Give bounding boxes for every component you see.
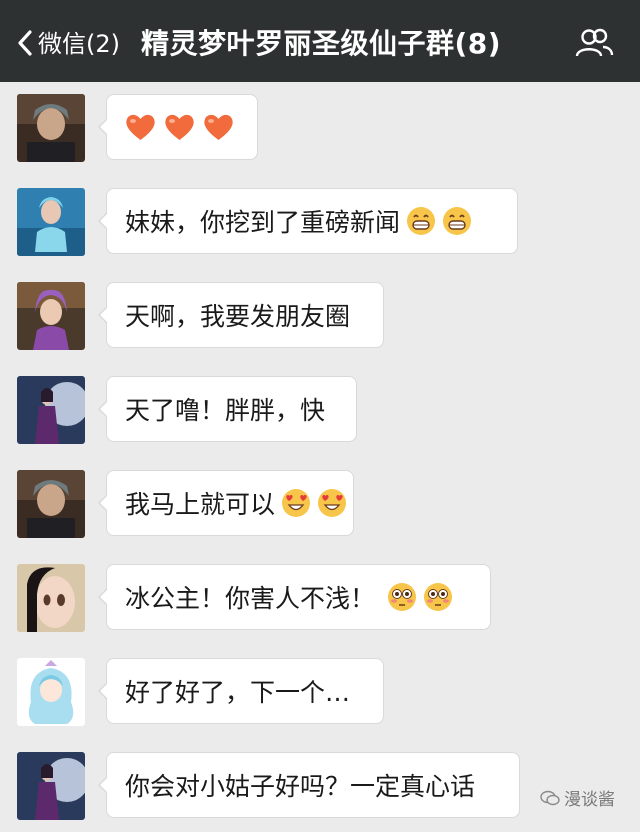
message-text: 妹妹，你挖到了重磅新闻 <box>125 208 401 237</box>
avatar[interactable] <box>17 282 85 350</box>
heart-eyes-face-icon <box>281 488 311 518</box>
flushed-face-icon <box>423 582 453 612</box>
avatar[interactable] <box>17 470 85 538</box>
message-bubble[interactable]: 妹妹，你挖到了重磅新闻 <box>98 188 518 254</box>
message-bubble[interactable] <box>98 94 258 160</box>
message-text: 天了噜！胖胖，快 <box>125 396 326 425</box>
avatar[interactable] <box>17 376 85 444</box>
heart-icon <box>165 114 194 140</box>
wechat-logo-icon <box>540 790 560 805</box>
message-text: 你会对小姑子好吗？一定真心话 <box>125 772 476 801</box>
group-members-icon[interactable] <box>574 28 614 58</box>
message-text: 天啊，我要发朋友圈 <box>125 302 351 331</box>
message-row <box>0 94 640 174</box>
grinning-face-icon <box>442 206 472 236</box>
chat-header: 微信(2) 精灵梦叶罗丽圣级仙子群(8) <box>0 0 640 82</box>
chat-title: 精灵梦叶罗丽圣级仙子群(8) <box>141 27 502 60</box>
message-text: 好了好了，下一个… <box>125 678 351 707</box>
message-row: 妹妹，你挖到了重磅新闻 <box>0 188 640 268</box>
message-bubble[interactable]: 天了噜！胖胖，快 <box>98 376 357 442</box>
message-text: 我马上就可以 <box>125 490 276 519</box>
message-bubble[interactable]: 我马上就可以 <box>98 470 354 536</box>
back-button[interactable]: 微信(2) <box>38 29 120 59</box>
avatar[interactable] <box>17 658 85 726</box>
message-bubble[interactable]: 天啊，我要发朋友圈 <box>98 282 384 348</box>
heart-eyes-face-icon <box>317 488 347 518</box>
grinning-face-icon <box>406 206 436 236</box>
watermark-text: 漫谈酱 <box>564 790 615 810</box>
message-list: 妹妹，你挖到了重磅新闻 天啊，我要发朋友圈 天了噜！胖胖，快 我马上就可以 冰公… <box>0 82 640 828</box>
message-row: 好了好了，下一个… <box>0 658 640 738</box>
avatar[interactable] <box>17 188 85 256</box>
message-text: 冰公主！你害人不浅！ <box>125 584 376 613</box>
heart-icon <box>126 114 155 140</box>
message-bubble[interactable]: 好了好了，下一个… <box>98 658 384 724</box>
message-bubble[interactable]: 你会对小姑子好吗？一定真心话 <box>98 752 520 818</box>
flushed-face-icon <box>387 582 417 612</box>
message-bubble[interactable]: 冰公主！你害人不浅！ <box>98 564 491 630</box>
message-row: 天啊，我要发朋友圈 <box>0 282 640 362</box>
watermark: 漫谈酱 <box>540 785 615 810</box>
heart-icon <box>204 114 233 140</box>
message-row: 我马上就可以 <box>0 470 640 550</box>
avatar[interactable] <box>17 752 85 820</box>
message-row: 冰公主！你害人不浅！ <box>0 564 640 644</box>
back-chevron-icon[interactable] <box>17 30 33 56</box>
avatar[interactable] <box>17 564 85 632</box>
avatar[interactable] <box>17 94 85 162</box>
message-row: 天了噜！胖胖，快 <box>0 376 640 456</box>
